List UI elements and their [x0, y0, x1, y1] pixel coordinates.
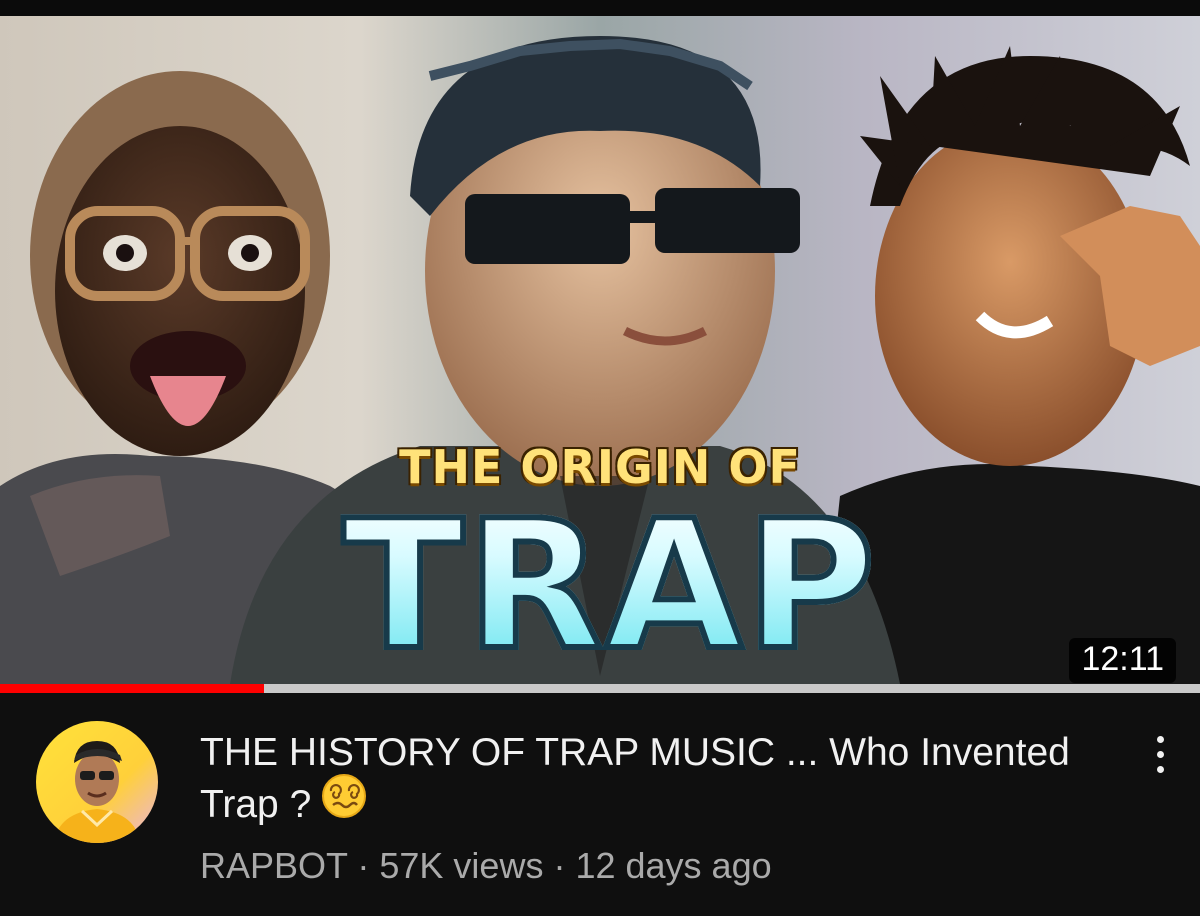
channel-avatar[interactable]: [36, 721, 158, 843]
top-strip: [0, 0, 1200, 16]
vertical-ellipsis-icon: [1156, 765, 1164, 773]
meta-separator: ·: [347, 845, 380, 886]
watch-progress-fill: [0, 684, 264, 693]
vertical-ellipsis-icon: [1156, 735, 1164, 743]
thumbnail-headline: TRAP: [330, 483, 890, 685]
channel-avatar-image: [36, 721, 158, 843]
video-title[interactable]: THE HISTORY OF TRAP MUSIC ... Who Invent…: [200, 727, 1100, 833]
video-duration-badge: 12:11: [1069, 638, 1176, 683]
video-details[interactable]: THE HISTORY OF TRAP MUSIC ... Who Invent…: [0, 693, 1200, 916]
dizzy-face-emoji-icon: [321, 773, 367, 833]
vertical-ellipsis-icon: [1156, 750, 1164, 758]
channel-name[interactable]: RAPBOT: [200, 845, 347, 886]
watch-progress-bar: [0, 684, 1200, 693]
video-feed-item[interactable]: THE ORIGIN OF TRAP 12:11 THE HISTORY OF …: [0, 0, 1200, 916]
meta-separator: ·: [543, 845, 576, 886]
view-count: 57K views: [379, 845, 544, 886]
more-options-button[interactable]: [1140, 727, 1180, 781]
video-thumbnail[interactable]: THE ORIGIN OF TRAP 12:11: [0, 16, 1200, 684]
video-metadata: RAPBOT · 57K views · 12 days ago: [200, 845, 772, 887]
upload-age: 12 days ago: [575, 845, 772, 886]
